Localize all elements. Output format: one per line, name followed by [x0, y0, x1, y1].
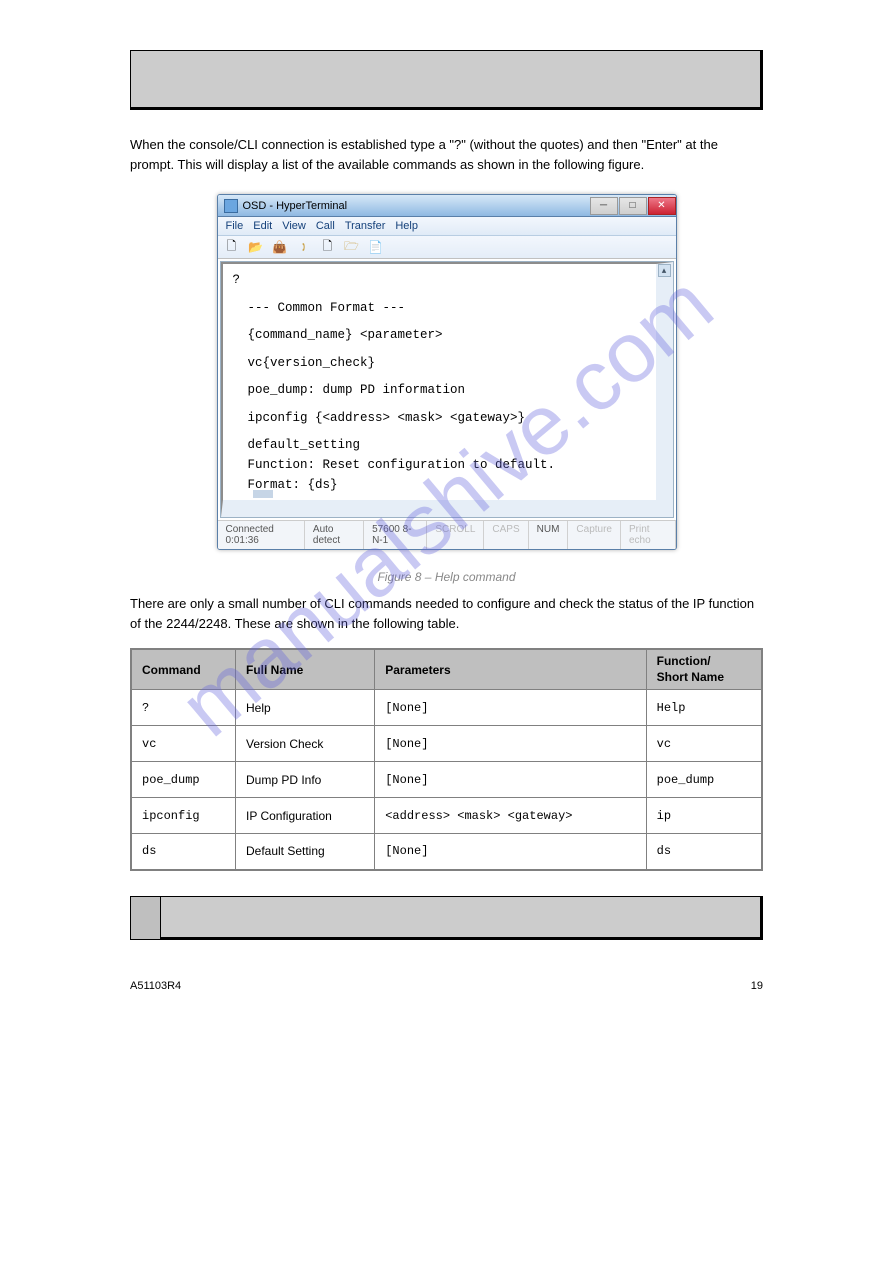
menu-transfer[interactable]: Transfer: [345, 220, 386, 232]
minimize-button[interactable]: ─: [590, 197, 618, 215]
open-icon[interactable]: 📂: [248, 239, 264, 255]
window-title: OSD - HyperTerminal: [243, 200, 348, 212]
scroll-up-icon[interactable]: ▴: [658, 264, 671, 277]
terminal-line: --- Common Format ---: [233, 298, 646, 318]
print-icon[interactable]: 👜: [272, 239, 288, 255]
terminal-line: [233, 373, 646, 381]
table-cell: ds: [131, 834, 235, 870]
table-cell: Version Check: [235, 726, 374, 762]
terminal-output[interactable]: ? --- Common Format --- {command_name} <…: [221, 262, 673, 517]
terminal-line: poe_dump: dump PD information: [233, 380, 646, 400]
table-cell: IP Configuration: [235, 798, 374, 834]
table-row: poe_dumpDump PD Info[None]poe_dump: [131, 762, 762, 798]
properties-icon[interactable]: 📄: [368, 239, 384, 255]
table-row: ipconfigIP Configuration<address> <mask>…: [131, 798, 762, 834]
table-cell: poe_dump: [131, 762, 235, 798]
table-cell: ds: [646, 834, 762, 870]
table-cell: [None]: [375, 726, 646, 762]
figure-caption: Figure 8 – Help command: [60, 570, 833, 584]
table-row: dsDefault Setting[None]ds: [131, 834, 762, 870]
menu-edit[interactable]: Edit: [253, 220, 272, 232]
window-titlebar: OSD - HyperTerminal ─ □ ✕: [218, 195, 676, 217]
bottom-gray-box: [160, 896, 763, 940]
table-cell: poe_dump: [646, 762, 762, 798]
th-params: Parameters: [375, 649, 646, 690]
table-cell: vc: [646, 726, 762, 762]
status-printecho: Print echo: [621, 521, 676, 549]
terminal-line: [233, 318, 646, 326]
terminal-line: ipconfig {<address> <mask> <gateway>}: [233, 408, 646, 428]
th-command: Command: [131, 649, 235, 690]
terminal-line: [233, 290, 646, 298]
table-cell: ?: [131, 690, 235, 726]
terminal-line: Function: Reset configuration to default…: [233, 455, 646, 475]
menu-file[interactable]: File: [226, 220, 244, 232]
terminal-line: {command_name} <parameter>: [233, 325, 646, 345]
table-cell: Help: [646, 690, 762, 726]
table-cell: vc: [131, 726, 235, 762]
terminal-line: [233, 345, 646, 353]
menu-view[interactable]: View: [282, 220, 306, 232]
table-cell: [None]: [375, 762, 646, 798]
th-fullname: Full Name: [235, 649, 374, 690]
status-connected: Connected 0:01:36: [218, 521, 305, 549]
body-paragraph: There are only a small number of CLI com…: [130, 594, 763, 633]
intro-paragraph: When the console/CLI connection is estab…: [130, 135, 763, 174]
status-capture: Capture: [568, 521, 621, 549]
terminal-line: [233, 400, 646, 408]
new-icon[interactable]: 🗋: [224, 239, 240, 255]
terminal-line: --- The end ---: [233, 503, 646, 518]
table-cell: Help: [235, 690, 374, 726]
table-cell: [None]: [375, 690, 646, 726]
status-bar: Connected 0:01:36 Auto detect 57600 8-N-…: [218, 520, 676, 549]
table-cell: ipconfig: [131, 798, 235, 834]
top-gray-box: [130, 50, 763, 110]
terminal-line: ?: [233, 270, 646, 290]
table-cell: [None]: [375, 834, 646, 870]
toolbar: 🗋 📂 👜 🕽 🗋 🗁 📄: [218, 236, 676, 259]
table-cell: <address> <mask> <gateway>: [375, 798, 646, 834]
table-cell: Default Setting: [235, 834, 374, 870]
footer-rev: A51103R4: [130, 980, 181, 992]
status-baud: 57600 8-N-1: [364, 521, 427, 549]
hyperterminal-window: OSD - HyperTerminal ─ □ ✕ File Edit View…: [217, 194, 677, 550]
bottom-side-box: [130, 896, 160, 940]
close-button[interactable]: ✕: [648, 197, 676, 215]
app-icon: [224, 199, 238, 213]
command-table: Command Full Name Parameters Function/Sh…: [130, 648, 763, 871]
menu-call[interactable]: Call: [316, 220, 335, 232]
menu-bar: File Edit View Call Transfer Help: [218, 217, 676, 236]
terminal-line: Format: {ds}: [233, 475, 646, 495]
terminal-line: default_setting: [233, 435, 646, 455]
table-row: vcVersion Check[None]vc: [131, 726, 762, 762]
terminal-line: [233, 428, 646, 436]
terminal-line: [233, 495, 646, 503]
send-icon[interactable]: 🗋: [320, 239, 336, 255]
status-caps: CAPS: [484, 521, 528, 549]
table-cell: Dump PD Info: [235, 762, 374, 798]
status-num: NUM: [529, 521, 569, 549]
footer-page: 19: [751, 980, 763, 992]
table-cell: ip: [646, 798, 762, 834]
status-scroll: SCROLL: [427, 521, 484, 549]
call-icon[interactable]: 🕽: [296, 239, 312, 255]
terminal-line: vc{version_check}: [233, 353, 646, 373]
status-autodetect: Auto detect: [305, 521, 364, 549]
maximize-button[interactable]: □: [619, 197, 647, 215]
receive-icon[interactable]: 🗁: [344, 239, 360, 255]
table-row: ?Help[None]Help: [131, 690, 762, 726]
th-function: Function/Short Name: [646, 649, 762, 690]
menu-help[interactable]: Help: [395, 220, 418, 232]
